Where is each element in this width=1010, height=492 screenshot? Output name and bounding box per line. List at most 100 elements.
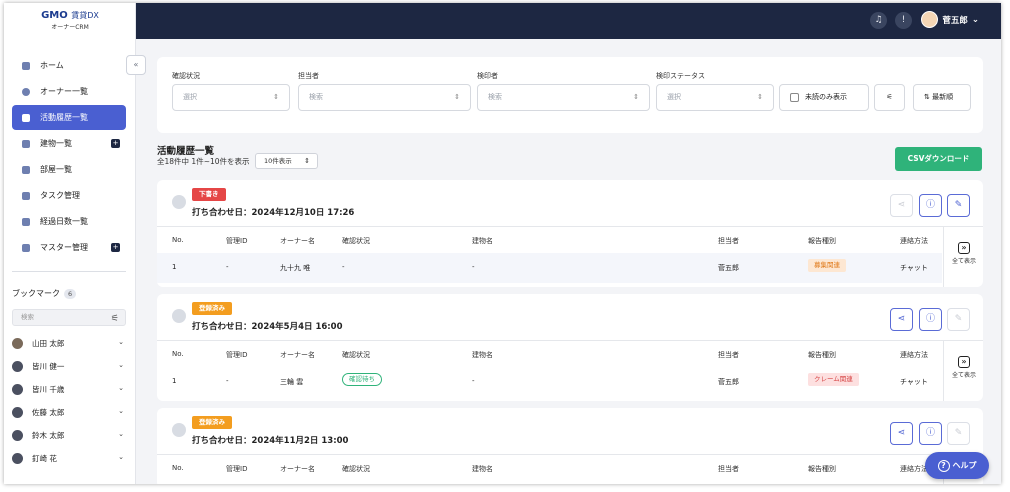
page-title: 活動履歴一覧 [157, 146, 215, 157]
unread-only-label: 未読のみ表示 [805, 93, 847, 101]
chevron-down-icon[interactable]: ⌄ [118, 407, 124, 415]
sidebar-item-rooms[interactable]: 部屋一覧 [12, 157, 126, 182]
add-master-icon[interactable]: + [111, 243, 120, 252]
owner-icon [22, 87, 30, 96]
bookmark-item[interactable]: 山田 太郎 ⌄ [12, 332, 126, 355]
sort-button[interactable]: ⇅ 最新順 [913, 84, 971, 111]
edit-button[interactable]: ✎ [947, 308, 970, 331]
bookmark-item[interactable]: 皆川 千歳 ⌄ [12, 378, 126, 401]
logo-sub: オーナーCRM [51, 24, 89, 31]
sidebar-item-owners[interactable]: オーナー一覧 [12, 79, 126, 104]
sidebar-item-elapsed-days[interactable]: 経過日数一覧 [12, 209, 126, 234]
double-chevron-right-icon: » [958, 356, 970, 368]
info-button[interactable]: ⓘ [919, 194, 942, 217]
column-header: 担当者 [718, 465, 739, 473]
stamp-search-input[interactable]: 検索 ⇕ [477, 84, 650, 111]
sidebar-item-home[interactable]: ホーム [12, 53, 126, 78]
edit-button[interactable]: ✎ [947, 194, 970, 217]
column-header: 管理ID [226, 465, 248, 473]
filter-sliders-icon[interactable]: ⚟ [111, 312, 119, 327]
sidebar-item-tasks[interactable]: タスク管理 [12, 183, 126, 208]
logo[interactable]: GMO 賃貸DX オーナーCRM [4, 3, 136, 39]
column-header: 連絡方法 [900, 351, 928, 359]
per-page-select[interactable]: 10件表示 ⇕ [255, 153, 318, 169]
divider [943, 341, 944, 401]
sort-icon: ⇅ [924, 93, 933, 101]
bookmark-item[interactable]: 釘崎 花 ⌄ [12, 447, 126, 470]
info-button[interactable]: ⓘ [919, 308, 942, 331]
status-badge: 登録済み [192, 302, 232, 315]
info-button[interactable]: ⓘ [919, 422, 942, 445]
help-button[interactable]: ? ヘルプ [925, 452, 989, 479]
result-summary: 全18件中 1件~10件を表示 [157, 157, 250, 166]
avatar [12, 453, 23, 464]
filter-panel: 確認状況 選択 ⇕ 担当者 検索 ⇕ 検印者 検索 ⇕ 検印ステータス 選択 ⇕ 未読の… [157, 57, 983, 133]
sidebar-item-buildings[interactable]: 建物一覧 + [12, 131, 126, 156]
bell-icon[interactable]: ♫ [870, 12, 887, 29]
bookmark-name: 釘崎 花 [32, 454, 57, 463]
question-icon: ? [937, 460, 950, 472]
cell-building: - [472, 263, 475, 271]
bookmark-name: 皆川 千歳 [32, 385, 65, 394]
bookmark-title: ブックマーク [12, 289, 60, 298]
edit-icon: ✎ [954, 314, 963, 324]
bookmark-list: 山田 太郎 ⌄ 皆川 健一 ⌄ 皆川 千歳 ⌄ 佐藤 太郎 ⌄ 鈴木 太郎 ⌄ 釘崎 花 ⌄ [12, 332, 126, 470]
sort-arrows-icon: ⇕ [273, 93, 279, 101]
add-building-icon[interactable]: + [111, 139, 120, 148]
info-icon[interactable]: ! [895, 12, 912, 29]
sidebar-item-label: ホーム [40, 61, 64, 70]
bookmark-search-input[interactable]: 検索 ⚟ [12, 309, 126, 326]
sort-arrows-icon: ⇕ [304, 157, 310, 165]
logo-product: 賃貸DX [71, 11, 99, 20]
share-button[interactable]: ⋖ [890, 308, 913, 331]
chevron-down-icon[interactable]: ⌄ [118, 384, 124, 392]
unread-only-checkbox[interactable]: 未読のみ表示 [779, 84, 869, 111]
chevron-down-icon[interactable]: ⌄ [118, 453, 124, 461]
chevron-down-icon[interactable]: ⌄ [118, 361, 124, 369]
activity-card: 下書き 打ち合わせ日：2024年12月10日 17:26 ⋖ ⓘ ✎ No. 管… [157, 180, 983, 287]
cell-owner[interactable]: 九十九 唯 [280, 263, 310, 273]
person-search-placeholder: 検索 [309, 93, 323, 101]
sort-arrows-icon: ⇕ [757, 93, 763, 101]
bookmark-item[interactable]: 鈴木 太郎 ⌄ [12, 424, 126, 447]
divider [157, 454, 983, 455]
bookmark-item[interactable]: 佐藤 太郎 ⌄ [12, 401, 126, 424]
cell-person: 菅五郎 [718, 264, 739, 272]
column-header: 建物名 [472, 351, 493, 359]
calendar-icon [22, 217, 30, 226]
chevron-down-icon[interactable]: ⌄ [118, 338, 124, 346]
edit-icon: ✎ [954, 428, 963, 438]
column-header: オーナー名 [280, 237, 315, 245]
person-search-input[interactable]: 検索 ⇕ [298, 84, 471, 111]
sidebar-item-master[interactable]: マスター管理 + [12, 235, 126, 260]
column-header: 連絡方法 [900, 465, 928, 473]
column-header: 管理ID [226, 351, 248, 359]
chevron-down-icon[interactable]: ⌄ [118, 430, 124, 438]
share-button[interactable]: ⋖ [890, 194, 913, 217]
show-all-button[interactable]: » 全て表示 [947, 242, 981, 265]
cell-person: 菅五郎 [718, 378, 739, 386]
cell-method: チャット [900, 264, 928, 272]
edit-button[interactable]: ✎ [947, 422, 970, 445]
confirm-status-select[interactable]: 選択 ⇕ [172, 84, 290, 111]
user-name: 菅五郎 [942, 15, 968, 26]
help-label: ヘルプ [952, 461, 977, 470]
show-all-button[interactable]: » 全て表示 [947, 356, 981, 379]
stamp-status-select[interactable]: 選択 ⇕ [656, 84, 774, 111]
avatar [12, 361, 23, 372]
csv-download-button[interactable]: CSVダウンロード [895, 147, 982, 171]
stamp-status-value: 選択 [667, 93, 681, 101]
cell-building: - [472, 377, 475, 385]
sidebar-item-activity-history[interactable]: 活動履歴一覧 [12, 105, 126, 130]
bookmark-item[interactable]: 皆川 健一 ⌄ [12, 355, 126, 378]
filter-settings-button[interactable]: ⚟ [874, 84, 905, 111]
status-badge: 登録済み [192, 416, 232, 429]
collapse-sidebar-button[interactable]: « [126, 55, 146, 75]
activity-card: 登録済み 打ち合わせ日：2024年5月4日 16:00 ⋖ ⓘ ✎ No. 管理… [157, 294, 983, 401]
user-menu[interactable]: 菅五郎 ⌄ [921, 11, 979, 28]
sidebar-item-label: 活動履歴一覧 [40, 113, 88, 122]
master-icon [22, 243, 30, 252]
share-button[interactable]: ⋖ [890, 422, 913, 445]
cell-owner[interactable]: 三輪 雲 [280, 377, 303, 387]
sidebar-nav: ホーム オーナー一覧 活動履歴一覧 建物一覧 + 部屋一覧 タスク管理 経過日数一… [12, 53, 126, 261]
